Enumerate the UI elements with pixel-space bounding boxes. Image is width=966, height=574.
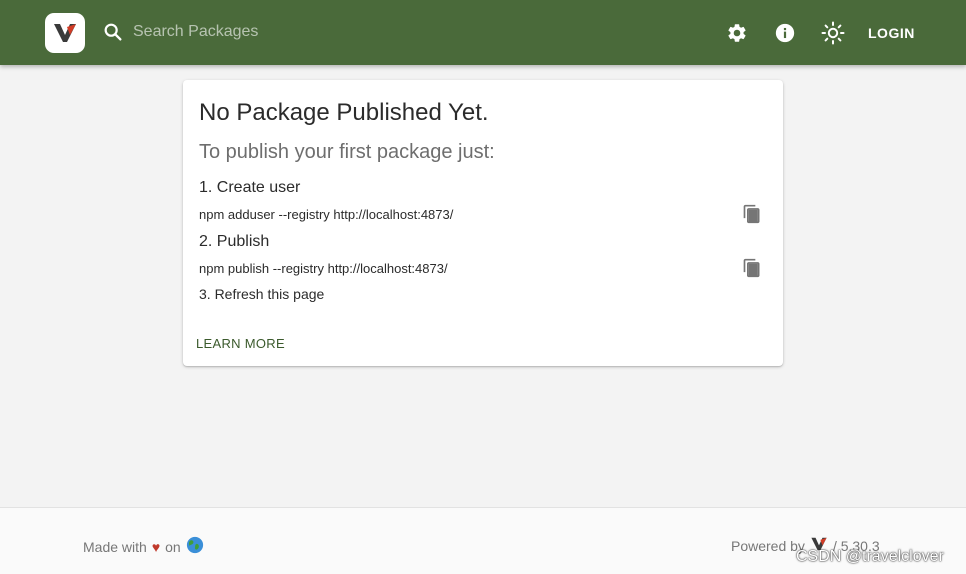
watermark: CSDN @travelclover (796, 548, 944, 565)
copy-icon (742, 204, 762, 227)
on-text: on (165, 538, 181, 555)
sun-icon[interactable] (821, 21, 845, 45)
empty-state-card: No Package Published Yet. To publish you… (183, 80, 783, 366)
step-2-command: npm publish --registry http://localhost:… (199, 261, 448, 276)
login-button[interactable]: LOGIN (858, 18, 925, 48)
copy-adduser-button[interactable] (740, 203, 764, 227)
card-title: No Package Published Yet. (199, 99, 489, 126)
info-icon[interactable] (773, 21, 797, 45)
powered-by-text: Powered by (731, 537, 805, 554)
step-2-heading: 2. Publish (199, 233, 270, 250)
step-1-command: npm adduser --registry http://localhost:… (199, 207, 454, 222)
copy-publish-button[interactable] (740, 257, 764, 281)
heart-icon: ♥ (151, 538, 161, 555)
search-icon (102, 21, 124, 43)
gear-icon[interactable] (725, 21, 749, 45)
made-with-text: Made with (83, 538, 147, 555)
search-input[interactable] (133, 18, 433, 46)
step-1-heading: 1. Create user (199, 179, 301, 196)
footer-made-with: Made with ♥ on (83, 536, 204, 557)
copy-icon (742, 258, 762, 281)
verdaccio-logo-icon[interactable] (45, 13, 85, 53)
step-3-heading: 3. Refresh this page (199, 286, 325, 302)
learn-more-button[interactable]: LEARN MORE (196, 334, 285, 353)
globe-icon (186, 536, 204, 557)
app-header: LOGIN (0, 0, 966, 65)
card-subtitle: To publish your first package just: (199, 141, 495, 163)
